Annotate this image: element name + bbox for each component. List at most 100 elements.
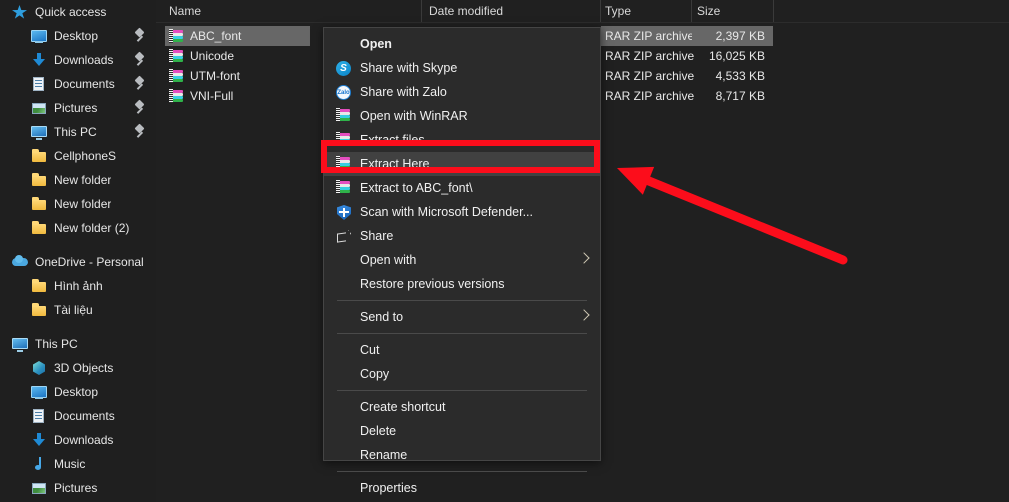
sidebar-item-new-folder[interactable]: New folder	[0, 192, 156, 216]
sidebar-item-t-i-li-u[interactable]: Tài liệu	[0, 298, 156, 322]
sidebar-item-downloads[interactable]: Downloads	[0, 48, 156, 72]
column-header-name[interactable]: Name	[169, 3, 201, 19]
menu-item-label: Send to	[360, 308, 403, 326]
column-divider[interactable]	[691, 0, 692, 22]
column-header-date[interactable]: Date modified	[429, 3, 503, 19]
sidebar-item-desktop[interactable]: Desktop	[0, 380, 156, 404]
column-divider[interactable]	[773, 0, 774, 22]
file-name-cell[interactable]: ABC_font	[165, 26, 310, 46]
skype-icon: S	[334, 59, 354, 77]
file-name-label: UTM-font	[190, 69, 240, 84]
nav-item-label: Pictures	[54, 100, 97, 116]
sidebar-item-new-folder-2-[interactable]: New folder (2)	[0, 216, 156, 240]
file-name-cell[interactable]: Unicode	[165, 46, 310, 66]
chevron-right-icon	[578, 309, 589, 320]
file-size-cell: 4,533 KB	[692, 66, 773, 86]
3d-objects-icon	[31, 360, 47, 376]
sidebar-item-downloads[interactable]: Downloads	[0, 428, 156, 452]
winrar-archive-icon	[334, 155, 354, 173]
folder-icon	[31, 148, 47, 164]
onedrive-cloud-icon	[12, 254, 28, 270]
nav-item-label: New folder (2)	[54, 220, 129, 236]
pin-icon[interactable]	[134, 29, 146, 42]
menu-item-cut[interactable]: Cut	[324, 338, 600, 362]
menu-item-rename[interactable]: Rename	[324, 443, 600, 467]
menu-item-create-shortcut[interactable]: Create shortcut	[324, 395, 600, 419]
menu-item-share[interactable]: Share	[324, 224, 600, 248]
menu-item-open-with-winrar[interactable]: Open with WinRAR	[324, 104, 600, 128]
winrar-archive-icon	[169, 69, 184, 84]
column-divider[interactable]	[600, 0, 601, 22]
sidebar-item-cellphones[interactable]: CellphoneS	[0, 144, 156, 168]
nav-item-label: Tài liệu	[54, 302, 93, 318]
nav-group-header-quick-access[interactable]: Quick access	[0, 0, 156, 24]
star-icon	[12, 4, 28, 20]
menu-item-label: Open with	[360, 251, 416, 269]
menu-item-extract-here[interactable]: Extract Here	[324, 152, 600, 176]
menu-item-open[interactable]: Open	[324, 32, 600, 56]
menu-icon-placeholder	[334, 341, 354, 359]
menu-icon-placeholder	[334, 251, 354, 269]
sidebar-item-documents[interactable]: Documents	[0, 72, 156, 96]
nav-item-label: Music	[54, 456, 85, 472]
sidebar-item-new-folder[interactable]: New folder	[0, 168, 156, 192]
menu-icon-placeholder	[334, 479, 354, 497]
column-divider[interactable]	[421, 0, 422, 22]
pc-icon	[12, 336, 28, 352]
nav-item-label: This PC	[54, 124, 97, 140]
menu-icon-placeholder	[334, 275, 354, 293]
column-header-size[interactable]: Size	[697, 3, 720, 19]
header-divider	[156, 22, 1009, 23]
menu-item-scan-with-microsoft-defender[interactable]: Scan with Microsoft Defender...	[324, 200, 600, 224]
pin-icon[interactable]	[134, 101, 146, 114]
file-name-cell[interactable]: UTM-font	[165, 66, 310, 86]
sidebar-item-desktop[interactable]: Desktop	[0, 24, 156, 48]
nav-group-gap	[0, 240, 156, 250]
nav-item-label: New folder	[54, 196, 111, 212]
desktop-icon	[31, 28, 47, 44]
file-type-cell: RAR ZIP archive	[601, 46, 692, 66]
winrar-archive-icon	[334, 179, 354, 197]
menu-item-share-with-skype[interactable]: SShare with Skype	[324, 56, 600, 80]
sidebar-item-h-nh-nh[interactable]: Hình ảnh	[0, 274, 156, 298]
nav-item-label: Hình ảnh	[54, 278, 103, 294]
menu-item-properties[interactable]: Properties	[324, 476, 600, 500]
navigation-pane[interactable]: Quick accessDesktopDownloadsDocumentsPic…	[0, 0, 157, 502]
menu-separator	[337, 390, 587, 391]
menu-item-label: Extract Here	[360, 155, 429, 173]
sidebar-item-3d-objects[interactable]: 3D Objects	[0, 356, 156, 380]
pin-icon[interactable]	[134, 77, 146, 90]
menu-item-copy[interactable]: Copy	[324, 362, 600, 386]
menu-item-label: Scan with Microsoft Defender...	[360, 203, 533, 221]
nav-item-label: Desktop	[54, 384, 98, 400]
menu-item-share-with-zalo[interactable]: ZaloShare with Zalo	[324, 80, 600, 104]
nav-group-header-this-pc[interactable]: This PC	[0, 332, 156, 356]
menu-item-open-with[interactable]: Open with	[324, 248, 600, 272]
folder-icon	[31, 302, 47, 318]
pin-icon[interactable]	[134, 125, 146, 138]
menu-item-label: Share	[360, 227, 393, 245]
file-name-cell[interactable]: VNI-Full	[165, 86, 310, 106]
menu-item-delete[interactable]: Delete	[324, 419, 600, 443]
sidebar-item-music[interactable]: Music	[0, 452, 156, 476]
menu-item-send-to[interactable]: Send to	[324, 305, 600, 329]
context-menu[interactable]: OpenSShare with SkypeZaloShare with Zalo…	[323, 27, 601, 461]
sidebar-item-this-pc[interactable]: This PC	[0, 120, 156, 144]
file-type-cell: RAR ZIP archive	[601, 86, 692, 106]
column-header-type[interactable]: Type	[605, 3, 631, 19]
column-header-row[interactable]: Name Date modified Type Size	[156, 0, 1009, 22]
menu-item-extract-files[interactable]: Extract files...	[324, 128, 600, 152]
menu-item-extract-to-abc-font[interactable]: Extract to ABC_font\	[324, 176, 600, 200]
sidebar-item-documents[interactable]: Documents	[0, 404, 156, 428]
nav-group-gap	[0, 322, 156, 332]
nav-item-label: Documents	[54, 76, 115, 92]
sidebar-item-pictures[interactable]: Pictures	[0, 96, 156, 120]
winrar-archive-icon	[169, 49, 184, 64]
file-size-cell: 2,397 KB	[692, 26, 773, 46]
file-name-label: Unicode	[190, 49, 234, 64]
menu-item-restore-previous-versions[interactable]: Restore previous versions	[324, 272, 600, 296]
pin-icon[interactable]	[134, 53, 146, 66]
sidebar-item-pictures[interactable]: Pictures	[0, 476, 156, 500]
documents-icon	[31, 76, 47, 92]
nav-group-header-onedrive-personal[interactable]: OneDrive - Personal	[0, 250, 156, 274]
